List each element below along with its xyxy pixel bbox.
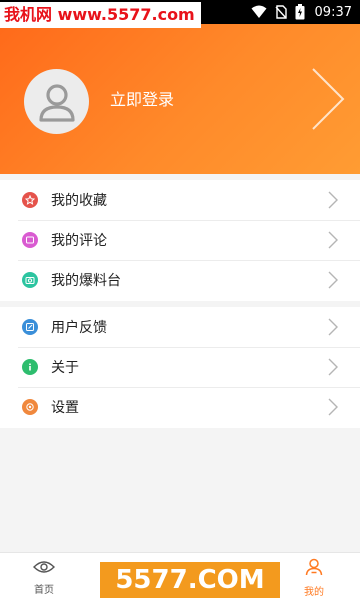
- menu-item-label: 用户反馈: [51, 320, 107, 336]
- profile-header[interactable]: 立即登录: [0, 24, 360, 174]
- user-icon: [304, 557, 324, 581]
- tab-home-label: 首页: [34, 584, 54, 596]
- menu-item-favorites[interactable]: 我的收藏: [0, 180, 360, 220]
- menu-section-app: 用户反馈 关于 设置: [0, 307, 360, 428]
- menu-item-label: 我的爆料台: [51, 273, 121, 289]
- battery-icon: [295, 4, 305, 20]
- chevron-right-icon: [328, 191, 338, 213]
- watermark-top: 我机网 www.5577.com: [0, 2, 201, 28]
- menu-item-label: 我的评论: [51, 233, 107, 249]
- avatar[interactable]: [24, 69, 89, 134]
- menu-item-about[interactable]: 关于: [0, 347, 360, 387]
- menu-item-label: 设置: [51, 400, 79, 416]
- user-avatar-icon: [38, 83, 75, 122]
- chevron-right-icon: [328, 358, 338, 380]
- settings-icon: [22, 399, 38, 415]
- chevron-right-icon: [328, 271, 338, 293]
- tab-mine[interactable]: 我的: [284, 553, 344, 600]
- menu-section-personal: 我的收藏 我的评论 我的爆料台: [0, 180, 360, 301]
- camera-icon: [22, 272, 38, 288]
- menu-item-tip-off[interactable]: 我的爆料台: [0, 260, 360, 300]
- watermark-bottom: 5577.COM: [100, 562, 280, 598]
- favorite-icon: [22, 192, 38, 208]
- tab-mine-label: 我的: [304, 586, 324, 598]
- tab-home[interactable]: 首页: [14, 553, 74, 600]
- chevron-right-icon[interactable]: [310, 66, 346, 136]
- info-icon: [22, 359, 38, 375]
- wifi-icon: [251, 5, 267, 19]
- login-link[interactable]: 立即登录: [110, 88, 174, 112]
- chevron-right-icon: [328, 318, 338, 340]
- feedback-icon: [22, 319, 38, 335]
- status-icons: 09:37: [251, 0, 352, 24]
- menu-item-label: 我的收藏: [51, 193, 107, 209]
- menu-item-comments[interactable]: 我的评论: [0, 220, 360, 260]
- eye-icon: [33, 559, 55, 579]
- chevron-right-icon: [328, 398, 338, 420]
- status-time: 09:37: [314, 4, 352, 20]
- no-sim-icon: [275, 5, 287, 19]
- menu-item-settings[interactable]: 设置: [0, 387, 360, 427]
- comment-icon: [22, 232, 38, 248]
- chevron-right-icon: [328, 231, 338, 253]
- menu-item-label: 关于: [51, 360, 79, 376]
- menu-item-feedback[interactable]: 用户反馈: [0, 307, 360, 347]
